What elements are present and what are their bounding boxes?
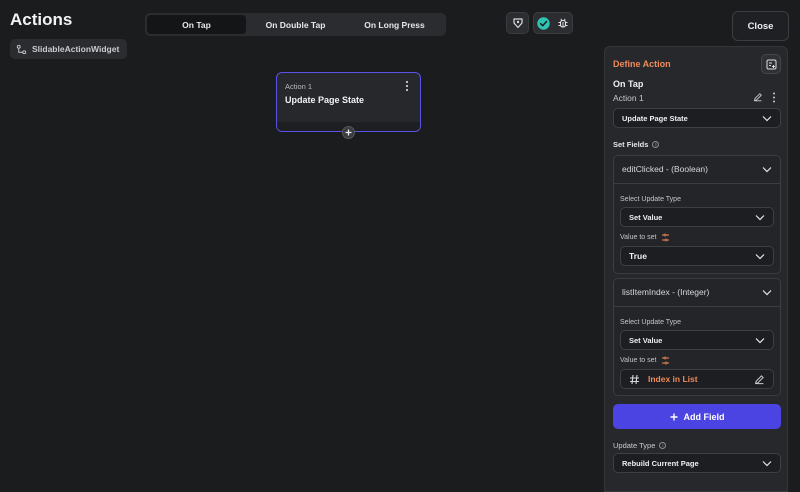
action-type-dropdown[interactable]: Update Page State <box>613 108 781 128</box>
widget-chip[interactable]: SlidableActionWidget <box>10 39 128 59</box>
widget-chip-label: SlidableActionWidget <box>32 44 120 54</box>
update-type-label: Select Update Type <box>620 196 681 203</box>
action-node[interactable]: Action 1 Update Page State <box>276 72 421 132</box>
value-source-field[interactable]: Index in List <box>620 369 774 389</box>
hash-icon <box>630 374 639 384</box>
rebuild-value: Rebuild Current Page <box>622 458 699 468</box>
value-to-set-label: Value to set <box>620 234 657 241</box>
check-circle-icon[interactable] <box>537 16 550 30</box>
chevron-down-icon <box>755 337 765 343</box>
update-type-dropdown[interactable]: Set Value <box>620 207 774 227</box>
tab-on-long-press[interactable]: On Long Press <box>345 15 444 34</box>
actions-library-button[interactable] <box>506 12 529 34</box>
field-name: listItemIndex - (Integer) <box>622 287 710 297</box>
value-to-set-row: Value to set <box>620 233 670 242</box>
set-fields-header: Set Fields i <box>613 140 660 149</box>
chevron-down-icon <box>762 115 772 121</box>
update-type-label: Select Update Type <box>620 319 681 326</box>
chevron-down-icon <box>755 214 765 220</box>
update-type-section-label: Update Type <box>613 441 656 450</box>
plus-icon <box>670 413 677 420</box>
plus-icon <box>345 129 352 136</box>
field-name: editClicked - (Boolean) <box>622 164 708 174</box>
value-source-text: Index in List <box>648 374 698 384</box>
variable-icon[interactable] <box>661 356 670 365</box>
action-node-label: Action 1 <box>285 82 313 91</box>
value-selected: True <box>629 251 647 261</box>
value-dropdown[interactable]: True <box>620 246 774 266</box>
info-icon[interactable]: i <box>652 141 660 148</box>
chevron-down-icon <box>762 289 772 295</box>
more-vertical-icon[interactable] <box>771 92 777 103</box>
trigger-tabs: On Tap On Double Tap On Long Press <box>145 13 446 36</box>
chevron-down-icon <box>762 166 772 172</box>
chevron-down-icon <box>755 253 765 259</box>
close-button[interactable]: Close <box>732 11 789 41</box>
validation-debug-group <box>533 12 573 34</box>
add-note-button[interactable] <box>761 54 781 74</box>
action-type-value: Update Page State <box>622 113 688 123</box>
add-field-button[interactable]: Add Field <box>613 404 781 429</box>
value-to-set-row: Value to set <box>620 356 670 365</box>
chevron-down-icon <box>762 460 772 466</box>
update-type-value: Set Value <box>629 212 663 222</box>
variable-icon[interactable] <box>661 233 670 242</box>
more-vertical-icon[interactable] <box>402 80 412 92</box>
field-header[interactable]: listItemIndex - (Integer) <box>613 278 781 306</box>
tab-on-double-tap[interactable]: On Double Tap <box>246 15 345 34</box>
pencil-icon[interactable] <box>754 374 765 385</box>
info-icon[interactable]: i <box>659 442 667 449</box>
update-type-header: Update Type i <box>613 441 667 450</box>
divider <box>614 183 780 184</box>
divider <box>614 306 780 307</box>
bug-icon[interactable] <box>557 17 569 29</box>
field-header[interactable]: editClicked - (Boolean) <box>613 155 781 183</box>
tab-on-tap[interactable]: On Tap <box>147 15 246 34</box>
add-field-label: Add Field <box>683 411 725 422</box>
action-node-name: Update Page State <box>285 95 365 105</box>
update-type-value: Set Value <box>629 335 663 345</box>
widget-tree-icon <box>16 44 27 54</box>
rebuild-dropdown[interactable]: Rebuild Current Page <box>613 453 781 473</box>
library-icon <box>512 18 523 29</box>
note-add-icon <box>766 59 776 69</box>
panel-title: Define Action <box>613 59 671 69</box>
trigger-name: On Tap <box>613 79 644 89</box>
update-type-dropdown[interactable]: Set Value <box>620 330 774 350</box>
pencil-icon[interactable] <box>753 92 763 102</box>
add-action-button[interactable] <box>342 126 355 139</box>
page-title: Actions <box>10 10 73 29</box>
action-label: Action 1 <box>613 93 644 103</box>
value-to-set-label: Value to set <box>620 357 657 364</box>
set-fields-label: Set Fields <box>613 140 649 149</box>
